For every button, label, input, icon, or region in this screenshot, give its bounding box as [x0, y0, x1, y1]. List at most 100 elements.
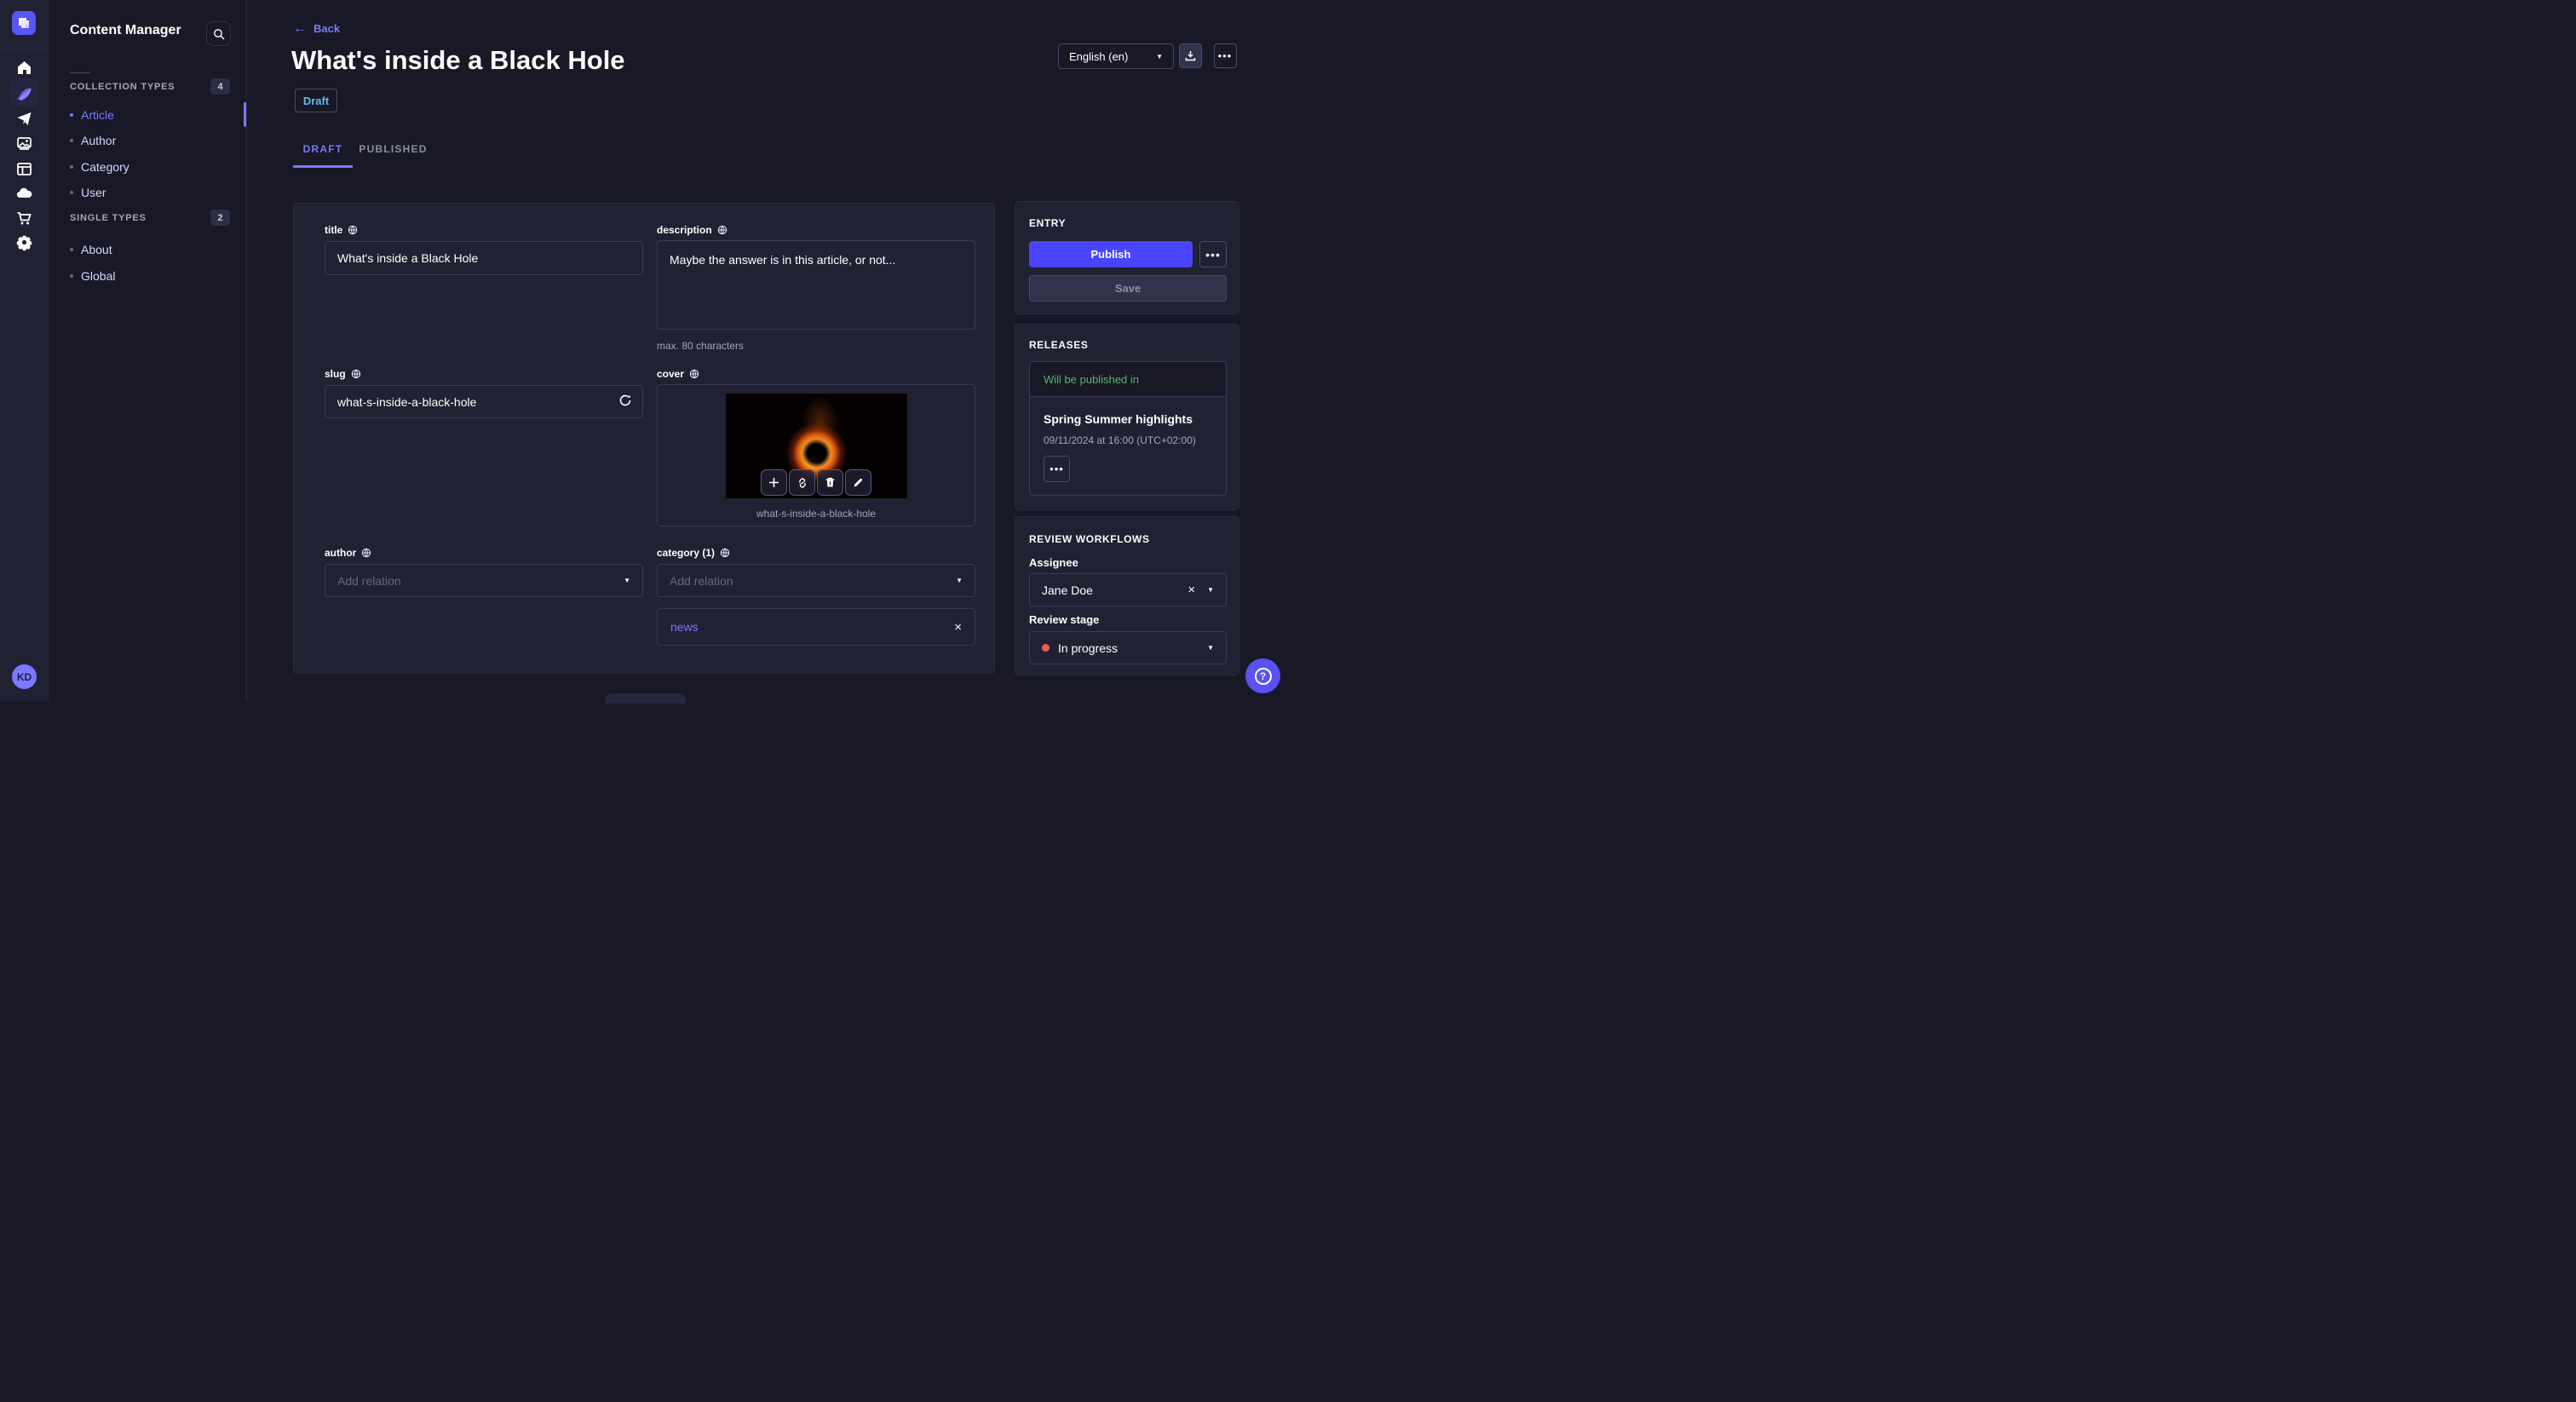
review-workflows-heading: REVIEW WORKFLOWS	[1029, 533, 1150, 545]
stage-status-dot	[1042, 644, 1049, 652]
cover-edit-button[interactable]	[845, 469, 871, 496]
strapi-logo[interactable]	[12, 11, 36, 35]
sidebar-item-about[interactable]: About	[70, 240, 240, 259]
category-field-label: category (1)	[657, 547, 730, 559]
category-relation-item: news ×	[657, 608, 975, 646]
regenerate-slug-button[interactable]	[616, 392, 635, 411]
category-relation-select[interactable]: Add relation ▼	[657, 564, 975, 597]
releases-icon[interactable]	[15, 110, 33, 128]
chevron-down-icon: ▼	[624, 577, 630, 584]
sidebar-item-label: Global	[81, 268, 116, 283]
single-types-count: 2	[210, 210, 230, 226]
author-field-label: author	[325, 547, 371, 559]
chevron-down-icon: ▼	[1207, 644, 1214, 652]
cover-add-button[interactable]	[761, 469, 787, 496]
collapsed-component-peek	[605, 693, 686, 704]
help-button[interactable]: ?	[1245, 658, 1280, 693]
release-status: Will be published in	[1030, 362, 1226, 397]
home-icon[interactable]	[15, 59, 33, 77]
assignee-label: Assignee	[1029, 556, 1078, 569]
cover-field-label: cover	[657, 368, 699, 380]
header-more-button[interactable]: •••	[1213, 43, 1237, 68]
chevron-down-icon: ▼	[1156, 52, 1163, 60]
close-icon: ×	[954, 619, 962, 635]
sidebar-item-label: Article	[81, 108, 114, 122]
sidebar-item-article[interactable]: Article	[70, 106, 240, 124]
title-field-label: title	[325, 224, 358, 236]
download-icon	[1185, 51, 1196, 61]
clear-assignee-button[interactable]: ×	[1187, 583, 1195, 596]
description-helper: max. 80 characters	[657, 340, 745, 352]
collection-types-label: COLLECTION TYPES	[70, 82, 175, 92]
locale-value: English (en)	[1069, 49, 1129, 63]
user-avatar[interactable]: KD	[12, 664, 37, 689]
active-item-indicator	[244, 102, 246, 127]
releases-panel-heading: RELEASES	[1029, 339, 1089, 351]
i18n-globe-icon	[689, 369, 699, 379]
release-card: Will be published in Spring Summer highl…	[1029, 361, 1227, 496]
entry-form-card: title description Maybe the answer is in…	[293, 203, 995, 674]
review-stage-select[interactable]: In progress ▼	[1029, 631, 1227, 664]
page-title: What's inside a Black Hole	[291, 45, 625, 75]
media-library-icon[interactable]	[15, 135, 33, 152]
back-link[interactable]: ← Back	[293, 20, 341, 36]
subnav-title: Content Manager	[70, 23, 181, 37]
refresh-icon	[619, 394, 631, 405]
locale-select[interactable]: English (en) ▼	[1058, 43, 1174, 69]
release-more-button[interactable]: •••	[1044, 456, 1070, 482]
author-relation-select[interactable]: Add relation ▼	[325, 564, 643, 597]
review-stage-label: Review stage	[1029, 613, 1100, 626]
close-icon: ×	[1187, 583, 1196, 597]
cover-copy-link-button[interactable]	[789, 469, 815, 496]
content-manager-icon[interactable]	[15, 84, 33, 102]
tab-published[interactable]: PUBLISHED	[359, 136, 428, 168]
assignee-select[interactable]: Jane Doe × ▼	[1029, 573, 1227, 606]
link-icon	[798, 477, 806, 488]
tab-draft[interactable]: DRAFT	[293, 136, 353, 168]
ellipsis-icon: •••	[1217, 49, 1233, 62]
entry-panel-heading: ENTRY	[1029, 217, 1067, 229]
cover-delete-button[interactable]	[817, 469, 843, 496]
plus-icon	[769, 478, 779, 487]
remove-relation-button[interactable]: ×	[954, 621, 962, 634]
slug-field	[325, 385, 643, 418]
stage-value: In progress	[1058, 641, 1118, 655]
deploy-cloud-icon[interactable]	[15, 185, 33, 203]
save-button[interactable]: Save	[1029, 275, 1227, 302]
content-manager-subnav: Content Manager COLLECTION TYPES 4 Artic…	[49, 0, 247, 701]
export-button[interactable]	[1179, 43, 1202, 68]
sidebar-item-label: About	[81, 243, 112, 256]
bullet-icon	[70, 191, 73, 194]
back-label: Back	[313, 22, 341, 35]
description-textarea[interactable]: Maybe the answer is in this article, or …	[657, 240, 975, 330]
rail-header	[0, 0, 49, 49]
search-button[interactable]	[206, 21, 231, 46]
chevron-down-icon: ▼	[956, 577, 963, 584]
settings-gear-icon[interactable]	[15, 233, 33, 251]
releases-panel: RELEASES Will be published in Spring Sum…	[1015, 324, 1239, 510]
strapi-logo-icon	[19, 18, 29, 28]
pencil-icon	[854, 478, 863, 487]
chevron-down-icon: ▼	[1207, 586, 1214, 594]
bullet-icon	[70, 273, 73, 278]
publish-button[interactable]: Publish	[1029, 241, 1193, 267]
sidebar-item-global[interactable]: Global	[70, 267, 240, 285]
strapi-app: KD Content Manager COLLECTION TYPES 4 Ar…	[0, 0, 1288, 704]
relation-news-link[interactable]: news	[670, 620, 699, 634]
title-input[interactable]	[325, 241, 643, 275]
slug-input[interactable]	[325, 385, 643, 418]
back-arrow-icon: ←	[293, 20, 307, 36]
content-type-builder-icon[interactable]	[15, 160, 33, 178]
cover-actions	[761, 469, 871, 496]
sidebar-item-label: Category	[81, 159, 129, 174]
i18n-globe-icon	[720, 548, 730, 558]
sidebar-item-category[interactable]: Category	[70, 158, 240, 176]
sidebar-item-author[interactable]: Author	[70, 131, 240, 150]
assignee-value: Jane Doe	[1042, 583, 1093, 597]
search-icon	[213, 28, 224, 39]
marketplace-cart-icon[interactable]	[15, 210, 33, 227]
entry-more-button[interactable]: •••	[1199, 241, 1227, 267]
category-placeholder: Add relation	[670, 573, 733, 588]
author-placeholder: Add relation	[337, 573, 401, 588]
sidebar-item-user[interactable]: User	[70, 183, 240, 202]
